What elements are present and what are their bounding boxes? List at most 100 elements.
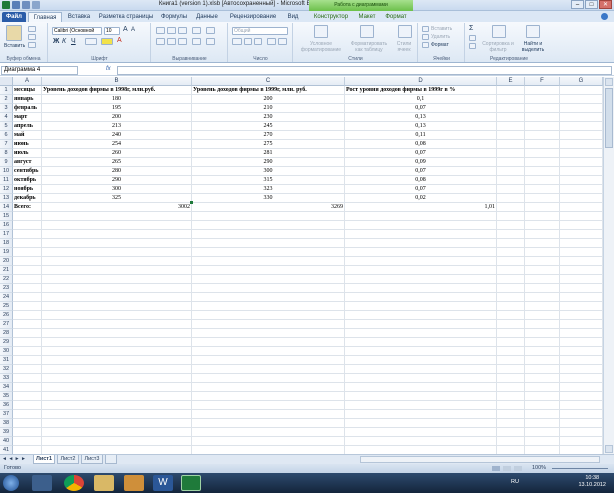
- data-cell[interactable]: 0,07: [345, 167, 497, 176]
- row-header[interactable]: 27: [0, 320, 13, 329]
- sort-filter-icon[interactable]: [492, 25, 506, 38]
- cell[interactable]: [497, 383, 525, 392]
- cell[interactable]: [560, 392, 603, 401]
- cell[interactable]: [497, 437, 525, 446]
- excel-icon[interactable]: [181, 475, 201, 491]
- cell[interactable]: [345, 212, 497, 221]
- indent-icon[interactable]: [192, 38, 201, 45]
- cell[interactable]: [525, 428, 560, 437]
- cell[interactable]: [560, 167, 603, 176]
- sheet-tab-2[interactable]: Лист2: [57, 455, 79, 464]
- cell[interactable]: [560, 221, 603, 230]
- tab-formulas[interactable]: Формулы: [158, 12, 190, 22]
- cell[interactable]: [345, 365, 497, 374]
- cell[interactable]: [497, 86, 525, 95]
- row-header[interactable]: 19: [0, 248, 13, 257]
- cell[interactable]: [497, 104, 525, 113]
- cell[interactable]: [560, 311, 603, 320]
- cell[interactable]: [497, 185, 525, 194]
- data-cell[interactable]: 0,09: [345, 158, 497, 167]
- row-header[interactable]: 2: [0, 95, 13, 104]
- cell[interactable]: [525, 131, 560, 140]
- cell[interactable]: [560, 248, 603, 257]
- cell[interactable]: [42, 302, 192, 311]
- close-button[interactable]: ✕: [599, 0, 612, 9]
- scroll-thumb[interactable]: [605, 88, 613, 148]
- row-header[interactable]: 29: [0, 338, 13, 347]
- cell[interactable]: [13, 257, 42, 266]
- font-size-select[interactable]: 10: [104, 27, 120, 35]
- row-header[interactable]: 7: [0, 140, 13, 149]
- tab-chart-layout[interactable]: Макет: [355, 12, 379, 22]
- data-cell[interactable]: 325: [42, 194, 192, 203]
- cell[interactable]: [497, 275, 525, 284]
- cell[interactable]: [560, 320, 603, 329]
- cell[interactable]: [560, 401, 603, 410]
- format-painter-icon[interactable]: [28, 42, 36, 48]
- cell[interactable]: [525, 365, 560, 374]
- cell[interactable]: [560, 194, 603, 203]
- align-top-icon[interactable]: [156, 27, 165, 34]
- cell[interactable]: [497, 365, 525, 374]
- total-cell[interactable]: 1,01: [345, 203, 497, 212]
- cell[interactable]: [42, 437, 192, 446]
- cell[interactable]: [497, 356, 525, 365]
- cell[interactable]: [525, 320, 560, 329]
- row-header[interactable]: 15: [0, 212, 13, 221]
- comma-icon[interactable]: [254, 38, 262, 45]
- data-cell[interactable]: январь: [13, 95, 42, 104]
- cell[interactable]: [192, 266, 345, 275]
- header-cell[interactable]: Рост уровня доходов фирмы в 1999г в %: [345, 86, 497, 95]
- delete-cells-icon[interactable]: [422, 34, 429, 40]
- language-indicator[interactable]: RU: [511, 479, 519, 485]
- copy-icon[interactable]: [28, 34, 36, 40]
- cell[interactable]: [560, 437, 603, 446]
- cell[interactable]: [525, 293, 560, 302]
- data-cell[interactable]: 245: [192, 122, 345, 131]
- cell[interactable]: [345, 284, 497, 293]
- cell[interactable]: [345, 338, 497, 347]
- data-cell[interactable]: 330: [192, 194, 345, 203]
- cell[interactable]: [13, 446, 42, 454]
- cell[interactable]: [345, 419, 497, 428]
- cell[interactable]: [497, 203, 525, 212]
- bold-button[interactable]: Ж: [53, 38, 59, 45]
- wrap-text-icon[interactable]: [206, 27, 215, 34]
- font-color-icon[interactable]: A: [117, 37, 122, 44]
- data-cell[interactable]: декабрь: [13, 194, 42, 203]
- data-cell[interactable]: 290: [192, 158, 345, 167]
- data-cell[interactable]: 265: [42, 158, 192, 167]
- cell[interactable]: [525, 419, 560, 428]
- borders-icon[interactable]: [85, 38, 97, 45]
- tab-home[interactable]: Главная: [28, 12, 62, 22]
- cell[interactable]: [42, 293, 192, 302]
- cell[interactable]: [42, 266, 192, 275]
- total-cell[interactable]: 3002: [42, 203, 192, 212]
- cell[interactable]: [13, 419, 42, 428]
- cell[interactable]: [525, 158, 560, 167]
- redo-icon[interactable]: [32, 1, 40, 9]
- selection-handle[interactable]: [190, 201, 193, 204]
- tab-insert[interactable]: Вставка: [64, 12, 94, 22]
- cell[interactable]: [497, 401, 525, 410]
- cell[interactable]: [560, 374, 603, 383]
- data-cell[interactable]: июль: [13, 149, 42, 158]
- cell[interactable]: [13, 239, 42, 248]
- cell[interactable]: [13, 347, 42, 356]
- cell[interactable]: [42, 401, 192, 410]
- paste-icon[interactable]: [6, 25, 22, 41]
- cell[interactable]: [560, 257, 603, 266]
- cell[interactable]: [192, 392, 345, 401]
- cell[interactable]: [525, 356, 560, 365]
- row-header[interactable]: 6: [0, 131, 13, 140]
- cell[interactable]: [560, 293, 603, 302]
- cell[interactable]: [525, 329, 560, 338]
- data-cell[interactable]: 280: [42, 167, 192, 176]
- cell[interactable]: [560, 284, 603, 293]
- cell[interactable]: [42, 257, 192, 266]
- cell[interactable]: [497, 311, 525, 320]
- row-header[interactable]: 3: [0, 104, 13, 113]
- cell[interactable]: [525, 392, 560, 401]
- font-name-select[interactable]: Calibri (Основной: [52, 27, 102, 35]
- row-header[interactable]: 9: [0, 158, 13, 167]
